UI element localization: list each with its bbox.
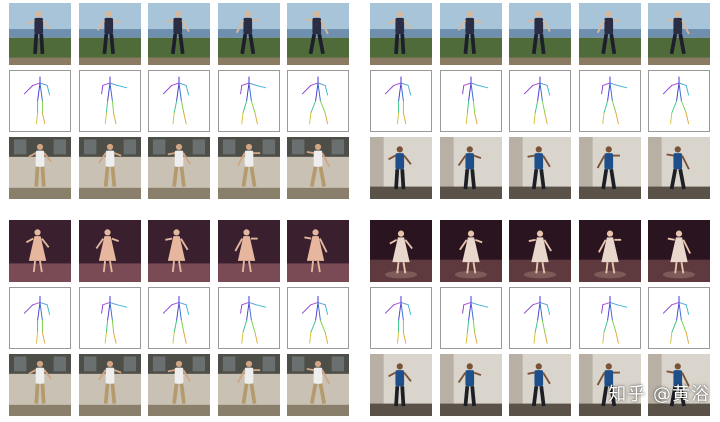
- video-frame: [648, 137, 710, 199]
- video-frame: [148, 354, 210, 416]
- pose-frame: [370, 287, 432, 349]
- video-frame: [78, 220, 141, 282]
- pose-frame: [509, 70, 571, 132]
- video-frame: [509, 137, 571, 199]
- video-frame: [509, 354, 571, 416]
- video-frame: [78, 3, 141, 65]
- pose-frame: [439, 70, 502, 132]
- video-frame: [217, 354, 280, 416]
- pose-frame: [78, 287, 141, 349]
- video-frame: [648, 3, 710, 65]
- video-frame: [370, 220, 432, 282]
- video-frame: [370, 354, 432, 416]
- video-frame: [439, 3, 502, 65]
- video-frame: [287, 3, 349, 65]
- video-frame: [148, 3, 210, 65]
- video-frame: [648, 220, 710, 282]
- video-frame: [370, 137, 432, 199]
- video-frame: [9, 137, 71, 199]
- pose-frame: [217, 287, 280, 349]
- video-frame: [217, 220, 280, 282]
- pose-frame: [9, 70, 71, 132]
- watermark: 知乎 @黄浴: [608, 384, 710, 405]
- panel-bottom-left: [9, 220, 354, 420]
- pose-frame: [578, 287, 641, 349]
- video-frame: [509, 220, 571, 282]
- video-frame: [439, 354, 502, 416]
- pose-frame: [9, 287, 71, 349]
- video-frame: [287, 354, 349, 416]
- pose-frame: [78, 70, 141, 132]
- video-frame: [217, 137, 280, 199]
- video-frame: [148, 220, 210, 282]
- pose-frame: [648, 70, 710, 132]
- pose-frame: [370, 70, 432, 132]
- video-frame: [9, 3, 71, 65]
- video-frame: [370, 3, 432, 65]
- video-frame: [439, 137, 502, 199]
- pose-frame: [287, 70, 349, 132]
- video-frame: [9, 220, 71, 282]
- video-frame: [78, 137, 141, 199]
- pose-frame: [648, 287, 710, 349]
- video-frame: [148, 137, 210, 199]
- pose-frame: [578, 70, 641, 132]
- pose-frame: [148, 70, 210, 132]
- panel-top-left: [9, 3, 354, 203]
- video-frame: [9, 354, 71, 416]
- video-frame: [578, 137, 641, 199]
- video-frame: [217, 3, 280, 65]
- video-frame: [78, 354, 141, 416]
- video-frame: [287, 220, 349, 282]
- video-frame: [578, 220, 641, 282]
- pose-frame: [148, 287, 210, 349]
- pose-frame: [439, 287, 502, 349]
- video-frame: [439, 220, 502, 282]
- pose-frame: [287, 287, 349, 349]
- panel-top-right: [370, 3, 715, 203]
- video-frame: [287, 137, 349, 199]
- video-frame: [578, 3, 641, 65]
- pose-frame: [509, 287, 571, 349]
- pose-frame: [217, 70, 280, 132]
- video-frame: [509, 3, 571, 65]
